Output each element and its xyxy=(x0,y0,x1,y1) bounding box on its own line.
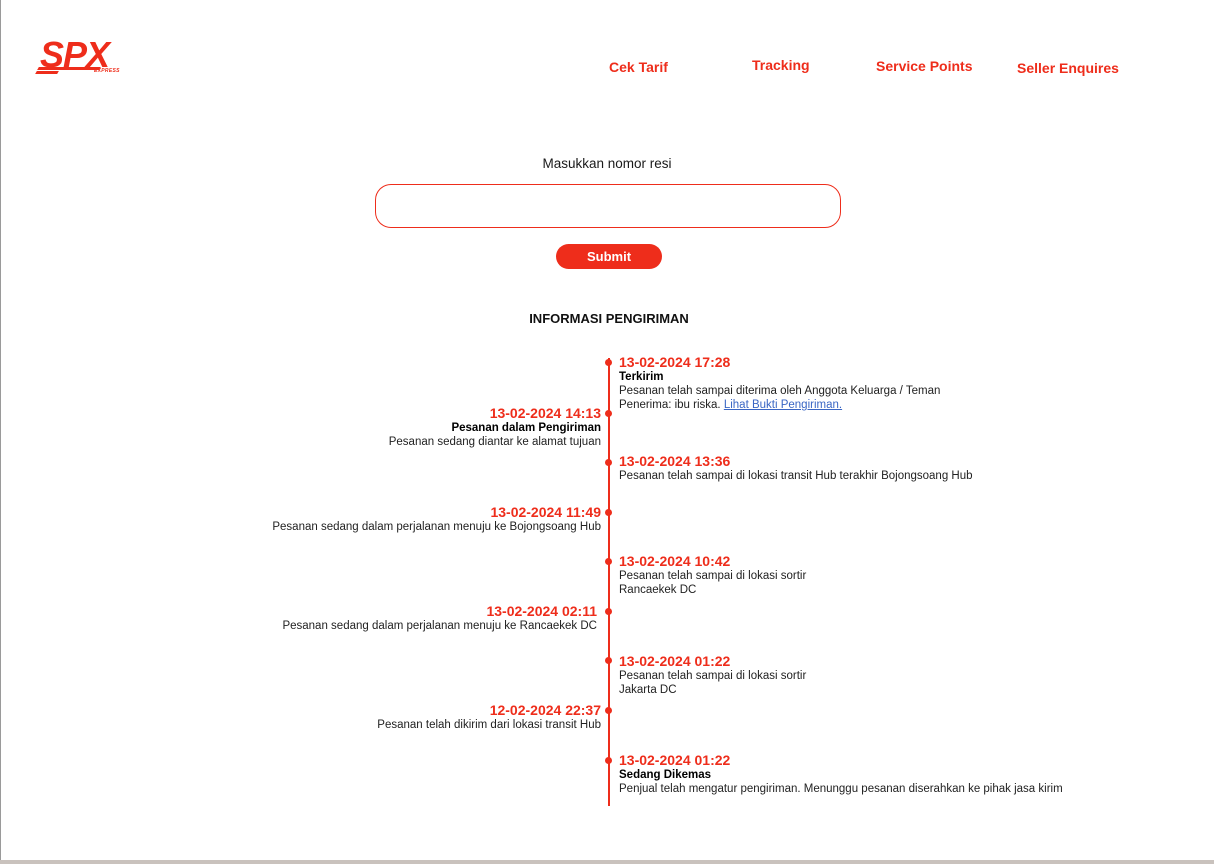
proof-of-delivery-link[interactable]: Lihat Bukti Pengiriman. xyxy=(724,399,842,411)
entry-status: Sedang Dikemas xyxy=(619,769,712,781)
entry-description: Penerima: ibu riska. Lihat Bukti Pengiri… xyxy=(619,398,940,412)
entry-location: Rancaekek DC xyxy=(619,584,697,596)
timeline-entry: 13-02-2024 01:22 Sedang Dikemas Penjual … xyxy=(619,752,1063,796)
entry-location: Jakarta DC xyxy=(619,684,677,696)
timeline-dot xyxy=(605,509,612,516)
logo-speed-bars xyxy=(35,67,101,74)
resi-input-label: Masukkan nomor resi xyxy=(542,156,672,171)
timeline-entry: 13-02-2024 01:22 Pesanan telah sampai di… xyxy=(619,653,806,697)
nav-service-points[interactable]: Service Points xyxy=(876,58,973,74)
window-bottom-edge xyxy=(0,860,1214,864)
entry-date: 13-02-2024 14:13 xyxy=(489,405,601,421)
timeline-dot xyxy=(605,410,612,417)
entry-description: Pesanan sedang diantar ke alamat tujuan xyxy=(388,436,601,448)
timeline-entry: 13-02-2024 02:11 Pesanan sedang dalam pe… xyxy=(282,603,597,633)
resi-number-input[interactable] xyxy=(375,184,841,228)
entry-date: 13-02-2024 17:28 xyxy=(619,354,731,370)
entry-description: Pesanan telah sampai di lokasi sortir xyxy=(619,670,807,682)
timeline-entry: 13-02-2024 10:42 Pesanan telah sampai di… xyxy=(619,553,806,597)
logo-subtext: EXPRESS xyxy=(94,68,120,74)
entry-date: 12-02-2024 22:37 xyxy=(489,702,601,718)
timeline-dot xyxy=(605,707,612,714)
timeline-entry: 13-02-2024 14:13 Pesanan dalam Pengirima… xyxy=(389,405,601,449)
entry-description: Penjual telah mengatur pengiriman. Menun… xyxy=(619,783,1063,795)
entry-date: 13-02-2024 11:49 xyxy=(490,504,601,520)
timeline-dot xyxy=(605,558,612,565)
timeline-entry: 13-02-2024 17:28 Terkirim Pesanan telah … xyxy=(619,354,940,412)
entry-description: Pesanan sedang dalam perjalanan menuju k… xyxy=(272,521,601,533)
entry-date: 13-02-2024 10:42 xyxy=(619,553,731,569)
timeline-entry: 13-02-2024 13:36 Pesanan telah sampai di… xyxy=(619,453,973,483)
entry-date: 13-02-2024 01:22 xyxy=(619,653,731,669)
timeline-entry: 12-02-2024 22:37 Pesanan telah dikirim d… xyxy=(377,702,601,732)
entry-description: Pesanan telah sampai di lokasi transit H… xyxy=(619,470,973,482)
spx-logo[interactable]: SPX EXPRESS xyxy=(35,34,126,80)
timeline-dot xyxy=(605,657,612,664)
nav-tracking[interactable]: Tracking xyxy=(752,57,810,73)
submit-button[interactable]: Submit xyxy=(556,244,662,269)
timeline-line xyxy=(608,358,610,806)
shipping-info-title: INFORMASI PENGIRIMAN xyxy=(529,311,689,326)
entry-date: 13-02-2024 13:36 xyxy=(619,453,731,469)
entry-status: Terkirim xyxy=(619,371,664,383)
entry-date: 13-02-2024 01:22 xyxy=(619,752,731,768)
timeline-dot xyxy=(605,459,612,466)
entry-description: Pesanan telah sampai di lokasi sortir xyxy=(619,570,807,582)
entry-description: Pesanan sedang dalam perjalanan menuju k… xyxy=(282,620,597,632)
entry-description: Pesanan telah dikirim dari lokasi transi… xyxy=(377,719,601,731)
timeline-dot xyxy=(605,757,612,764)
timeline-dot xyxy=(605,608,612,615)
entry-recipient: Penerima: ibu riska. xyxy=(619,399,721,411)
nav-cek-tarif[interactable]: Cek Tarif xyxy=(609,59,668,75)
timeline-dot xyxy=(605,359,612,366)
timeline-entry: 13-02-2024 11:49 Pesanan sedang dalam pe… xyxy=(272,504,601,534)
nav-seller-enquires[interactable]: Seller Enquires xyxy=(1017,60,1119,76)
entry-status: Pesanan dalam Pengiriman xyxy=(451,422,601,434)
entry-description: Pesanan telah sampai diterima oleh Anggo… xyxy=(619,385,941,397)
entry-date: 13-02-2024 02:11 xyxy=(486,603,597,619)
page-frame xyxy=(0,0,1214,864)
